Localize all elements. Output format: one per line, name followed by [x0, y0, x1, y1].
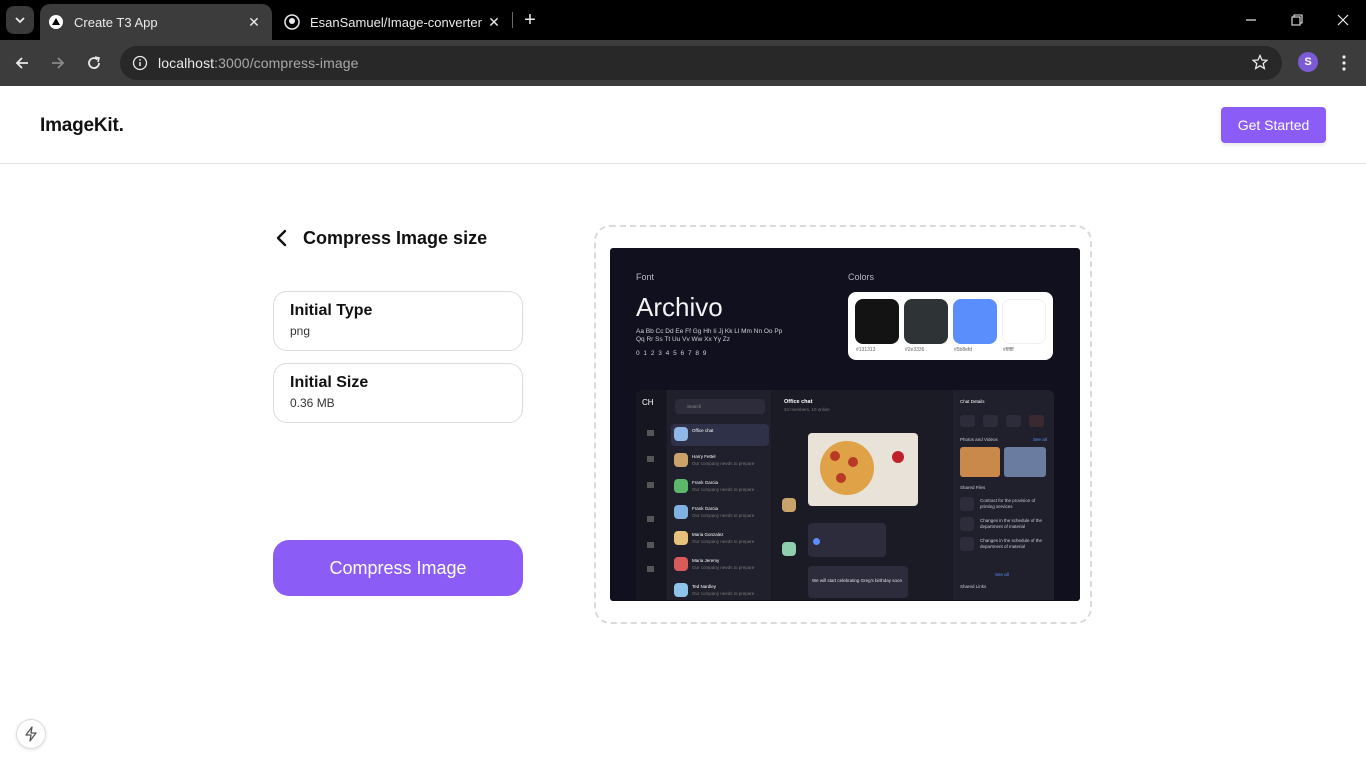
page-content: ImageKit. Get Started Compress Image siz… — [0, 86, 1366, 768]
initial-size-value: 0.36 MB — [290, 396, 335, 410]
mock-contact-name: Office chat — [692, 428, 714, 433]
tab-github-repo[interactable]: EsanSamuel/Image-converter ✕ — [276, 4, 512, 40]
dev-tools-bolt-icon[interactable] — [16, 719, 46, 749]
compress-image-button[interactable]: Compress Image — [273, 540, 523, 596]
tab-divider — [512, 12, 513, 28]
mock-message: We will start celebrating Greg's birthda… — [812, 578, 903, 583]
tab-create-t3-app[interactable]: Create T3 App ✕ — [40, 4, 272, 40]
mock-file: Changes in the schedule of the departmen… — [980, 518, 1043, 529]
page-title: Compress Image size — [303, 227, 488, 248]
restore-icon[interactable] — [1274, 0, 1320, 40]
close-icon[interactable]: ✕ — [484, 12, 504, 32]
get-started-button[interactable]: Get Started — [1221, 107, 1326, 143]
chat-app-mockup: CH Search Office chat Harry Fettel Our c… — [636, 390, 1054, 600]
mock-contact-name: Frank Garcia — [692, 506, 719, 511]
mock-contact-name: Maria Gonzalez — [692, 532, 724, 537]
close-icon[interactable]: ✕ — [244, 12, 264, 32]
mock-sidebar: CH — [636, 390, 666, 600]
new-tab-button[interactable]: + — [520, 9, 540, 31]
chevron-down-icon — [15, 17, 25, 24]
bookmark-star-icon[interactable] — [1251, 53, 1269, 75]
triangle-icon — [48, 14, 64, 30]
mock-shared-links: Shared Links — [960, 584, 987, 589]
initial-type-value: png — [290, 324, 311, 338]
mock-contact-preview: Our company needs to prepare — [692, 513, 755, 518]
initial-size-label: Initial Size — [290, 374, 369, 391]
site-header: ImageKit. Get Started — [0, 86, 1366, 164]
initial-size-card: Initial Size 0.36 MB — [273, 363, 523, 423]
mock-search: Search — [687, 404, 702, 409]
site-info-icon[interactable] — [130, 53, 150, 73]
image-preview: Font Archivo Aa Bb Cc Dd Ee Ff Gg Hh Ii … — [610, 248, 1080, 601]
swatch-label: #ffffff — [1003, 347, 1014, 353]
forward-arrow-icon[interactable] — [46, 51, 70, 75]
initial-type-card: Initial Type png — [273, 291, 523, 351]
mock-contact-list: Search Office chat Harry Fettel Our comp… — [667, 390, 771, 600]
profile-avatar[interactable]: S — [1298, 52, 1318, 72]
tab-title: Create T3 App — [74, 14, 158, 30]
page-title-row: Compress Image size — [276, 226, 487, 250]
reload-icon[interactable] — [82, 51, 106, 75]
preview-digits: 0 1 2 3 4 5 6 7 8 9 — [636, 350, 708, 357]
swatch-label: #131313 — [856, 347, 876, 353]
mock-photos-label: Photos and Videos — [960, 437, 998, 442]
swatch-dark — [855, 299, 899, 344]
mock-contact-preview: Our company needs to prepare — [692, 487, 755, 492]
swatch-white — [1002, 299, 1046, 344]
preview-colors-label: Colors — [848, 272, 875, 282]
mock-contact-preview: Our company needs to prepare — [692, 539, 755, 544]
image-dropzone[interactable]: Font Archivo Aa Bb Cc Dd Ee Ff Gg Hh Ii … — [594, 225, 1092, 624]
url-host: localhost — [158, 55, 215, 71]
more-menu-icon[interactable] — [1334, 52, 1354, 74]
pizza-photo — [808, 433, 918, 506]
tab-search-button[interactable] — [6, 6, 34, 34]
mock-file: Changes in the schedule of the departmen… — [980, 538, 1043, 549]
tab-title: EsanSamuel/Image-converter — [310, 14, 482, 30]
browser-tab-strip: Create T3 App ✕ EsanSamuel/Image-convert… — [0, 0, 1366, 40]
mock-chat-title: Office chat — [784, 399, 813, 405]
mock-shared-files: Shared Files — [960, 485, 986, 490]
mock-logo: CH — [642, 398, 654, 407]
url-text: localhost:3000/compress-image — [158, 55, 359, 71]
browser-toolbar: localhost:3000/compress-image S — [0, 40, 1366, 86]
mock-details-pane: Chat Details Photos and Videos See all S… — [953, 390, 1054, 600]
github-icon — [284, 14, 300, 30]
back-chevron-icon[interactable] — [276, 226, 292, 250]
address-bar[interactable]: localhost:3000/compress-image — [120, 46, 1282, 80]
mock-contact-preview: Our company needs to prepare — [692, 461, 755, 466]
mock-see-all: See all — [1033, 437, 1047, 442]
swatch-label: #5b8efd — [954, 347, 973, 353]
mock-details-title: Chat Details — [960, 399, 985, 404]
swatch-slate — [904, 299, 948, 344]
preview-font-name: Archivo — [636, 292, 723, 322]
swatch-label: #2e3336 — [905, 347, 925, 353]
mock-contact-name: Ted Nardley — [692, 584, 717, 589]
mock-contact-preview: Our company needs to prepare — [692, 565, 755, 570]
color-swatches: #131313 #2e3336 #5b8efd #ffffff — [848, 292, 1053, 360]
close-window-icon[interactable] — [1320, 0, 1366, 40]
site-logo[interactable]: ImageKit. — [40, 115, 124, 137]
mock-chat-pane: Office chat 34 members, 10 online We wil… — [772, 390, 952, 600]
mock-contact-name: Maria Jeremy — [692, 558, 720, 563]
mock-chat-sub: 34 members, 10 online — [784, 407, 830, 412]
initial-type-label: Initial Type — [290, 302, 373, 319]
swatch-blue — [953, 299, 997, 344]
mock-see-all: See all — [995, 572, 1009, 577]
minimize-icon[interactable] — [1228, 0, 1274, 40]
mock-contact-name: Frank Garcia — [692, 480, 719, 485]
back-arrow-icon[interactable] — [10, 51, 34, 75]
preview-font-label: Font — [636, 272, 655, 282]
mock-file: Contract for the provision of printing s… — [980, 498, 1036, 509]
mock-contact-preview: Our company needs to prepare — [692, 591, 755, 596]
url-path: :3000/compress-image — [214, 55, 359, 71]
mock-contact-name: Harry Fettel — [692, 454, 716, 459]
preview-alphabet: Aa Bb Cc Dd Ee Ff Gg Hh Ii Jj Kk Ll Mm N… — [636, 328, 783, 343]
